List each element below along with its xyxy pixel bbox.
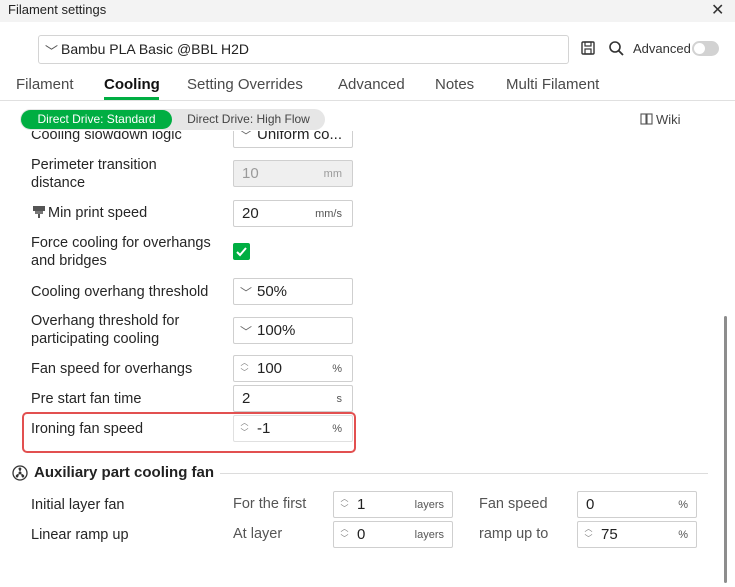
perimeter-transition-input[interactable]: 10 mm xyxy=(233,160,353,187)
printer-icon xyxy=(33,206,45,218)
overhang-participating-value: 100% xyxy=(257,322,296,339)
aux-fan-section-title: Auxiliary part cooling fan xyxy=(34,464,215,481)
settings-scroll-area: Cooling slowdown logic ﹀ Uniform co... P… xyxy=(0,131,722,587)
unit-label: layers xyxy=(414,499,444,511)
fan-overhangs-value: 100 xyxy=(257,360,283,377)
book-icon xyxy=(640,113,653,125)
overhang-threshold-value: 50% xyxy=(257,283,288,300)
checkmark-icon xyxy=(236,247,247,257)
cooling-slowdown-value: Uniform co... xyxy=(257,131,343,143)
at-layer-label: At layer xyxy=(233,526,283,542)
ramp-layer-input[interactable]: ︿ ﹀ 0 layers xyxy=(333,521,453,548)
ramp-up-to-label: ramp up to xyxy=(479,526,549,542)
spinner-arrows-icon[interactable]: ︿ ﹀ xyxy=(239,358,250,379)
min-print-speed-input[interactable]: 20 mm/s xyxy=(233,200,353,227)
tab-filament[interactable]: Filament xyxy=(16,76,74,93)
advanced-toggle[interactable] xyxy=(692,41,719,56)
ramp-layer-value: 0 xyxy=(357,526,366,543)
spinner-arrows-icon[interactable]: ︿ ﹀ xyxy=(583,524,594,545)
pre-start-label: Pre start fan time xyxy=(31,391,142,407)
pre-start-value: 2 xyxy=(242,390,251,407)
force-cooling-label: Force cooling for overhangs xyxy=(31,235,211,251)
tab-cooling[interactable]: Cooling xyxy=(104,76,160,93)
overhang-threshold-label: Cooling overhang threshold xyxy=(31,284,209,300)
initial-layer-count-input[interactable]: ︿ ﹀ 1 layers xyxy=(333,491,453,518)
overhang-threshold-dropdown[interactable]: ﹀ 50% xyxy=(233,278,353,305)
chevron-down-icon: ﹀ xyxy=(240,131,253,143)
ironing-fan-value: -1 xyxy=(257,420,271,437)
unit-label: mm/s xyxy=(315,208,342,220)
initial-layer-count-value: 1 xyxy=(357,496,366,513)
tab-setting-overrides[interactable]: Setting Overrides xyxy=(187,76,303,93)
spinner-arrows-icon[interactable]: ︿ ﹀ xyxy=(339,524,350,545)
fan-overhangs-label: Fan speed for overhangs xyxy=(31,361,193,377)
initial-fan-speed-value: 0 xyxy=(586,496,595,513)
section-divider xyxy=(220,473,708,474)
wiki-link[interactable]: Wiki xyxy=(656,112,681,127)
unit-label: % xyxy=(678,499,688,511)
overhang-participating-dropdown[interactable]: ﹀ 100% xyxy=(233,317,353,344)
segment-direct-drive-high-flow[interactable]: Direct Drive: High Flow xyxy=(173,110,324,129)
ramp-fan-speed-value: 75 xyxy=(601,526,618,543)
close-icon[interactable]: ✕ xyxy=(711,0,724,20)
title-bar: Filament settings ✕ xyxy=(0,0,735,22)
linear-ramp-label: Linear ramp up xyxy=(31,527,129,543)
unit-label: % xyxy=(678,529,688,541)
tab-advanced[interactable]: Advanced xyxy=(338,76,405,93)
unit-label: % xyxy=(332,363,342,375)
segment-direct-drive-standard[interactable]: Direct Drive: Standard xyxy=(21,110,172,129)
min-print-speed-label: Min print speed xyxy=(48,205,148,221)
preset-value: Bambu PLA Basic @BBL H2D xyxy=(61,41,250,57)
ironing-fan-label: Ironing fan speed xyxy=(31,421,144,437)
unit-label: % xyxy=(332,423,342,435)
tab-notes[interactable]: Notes xyxy=(435,76,474,93)
cooling-slowdown-dropdown[interactable]: ﹀ Uniform co... xyxy=(233,131,353,148)
force-cooling-label-2: and bridges xyxy=(31,253,107,269)
preset-dropdown[interactable]: ﹀ Bambu PLA Basic @BBL H2D xyxy=(38,35,569,64)
chevron-down-icon: ﹀ xyxy=(240,286,253,300)
chevron-down-icon: ﹀ xyxy=(45,44,59,59)
search-icon[interactable] xyxy=(608,40,625,57)
initial-layer-fan-label: Initial layer fan xyxy=(31,497,125,513)
initial-fan-speed-input[interactable]: 0 % xyxy=(577,491,697,518)
for-the-first-label: For the first xyxy=(233,496,307,512)
cooling-slowdown-label: Cooling slowdown logic xyxy=(31,131,182,143)
chevron-down-icon: ﹀ xyxy=(240,325,253,339)
perimeter-transition-value: 10 xyxy=(242,165,259,182)
scrollbar-thumb[interactable] xyxy=(724,316,727,583)
save-icon[interactable] xyxy=(580,40,596,56)
unit-label: s xyxy=(336,393,343,405)
fan-speed-label: Fan speed xyxy=(479,496,548,512)
ironing-fan-input[interactable]: ︿ ﹀ -1 % xyxy=(233,415,353,442)
ramp-fan-speed-input[interactable]: ︿ ﹀ 75 % xyxy=(577,521,697,548)
fan-icon xyxy=(12,465,28,481)
overhang-participating-label: Overhang threshold for xyxy=(31,313,180,329)
unit-label: mm xyxy=(323,168,342,180)
tab-multi-filament[interactable]: Multi Filament xyxy=(506,76,599,93)
tab-divider xyxy=(0,100,735,101)
spinner-arrows-icon[interactable]: ︿ ﹀ xyxy=(239,418,250,439)
force-cooling-checkbox[interactable] xyxy=(233,243,250,260)
window-title: Filament settings xyxy=(8,2,107,17)
perimeter-transition-label: Perimeter transition xyxy=(31,157,157,173)
pre-start-input[interactable]: 2 s xyxy=(233,385,353,412)
advanced-label: Advanced xyxy=(633,41,691,56)
unit-label: layers xyxy=(414,529,444,541)
min-print-speed-value: 20 xyxy=(242,205,259,222)
spinner-arrows-icon[interactable]: ︿ ﹀ xyxy=(339,494,350,515)
fan-overhangs-input[interactable]: ︿ ﹀ 100 % xyxy=(233,355,353,382)
overhang-participating-label-2: participating cooling xyxy=(31,331,160,347)
perimeter-transition-label-2: distance xyxy=(31,175,86,191)
